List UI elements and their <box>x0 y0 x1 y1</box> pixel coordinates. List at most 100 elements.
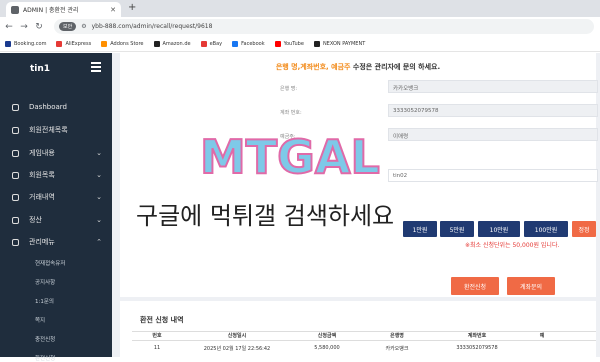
sidebar: tin1 Dashboard 회원전체목록게임내용 ⌄ 회원목록 ⌄ 거래내역 ⌄ 정산 ⌄ 관리… <box>0 53 112 362</box>
bookmark-label: AliExpress <box>65 40 92 47</box>
amount-1man-button[interactable]: 1만원 <box>403 221 437 237</box>
sidebar-subitem[interactable]: 현재접속유저 <box>35 259 65 267</box>
table-cell: 11 <box>153 345 161 351</box>
table-cell: 카카오뱅크 <box>385 346 409 352</box>
account-inquiry-button[interactable]: 계좌문의 <box>507 277 555 295</box>
menu-icon <box>12 193 19 201</box>
table-cell: 3333052079578 <box>456 345 498 351</box>
menu-icon <box>12 238 19 246</box>
tab-bar: ADMIN | 충환전 관리 ✕ + <box>0 0 600 17</box>
history-table-header: 번호 신청일시 신청금액 은행명 계좌번호 예 <box>132 331 596 341</box>
bookmark-favicon-icon <box>5 40 11 47</box>
browser-tab[interactable]: ADMIN | 충환전 관리 ✕ <box>6 2 121 17</box>
sidebar-item-label: Dashboard <box>29 103 67 111</box>
bookmark-item[interactable]: Addons Store <box>101 40 144 47</box>
sidebar-item-label: 게임내용 <box>29 149 55 157</box>
tab-title: ADMIN | 충환전 관리 <box>23 7 79 14</box>
sidebar-item[interactable]: 회원전체목록 <box>0 122 112 138</box>
watermark-text: 구글에 먹튀갤 검색하세요 <box>136 202 395 230</box>
bookmark-item[interactable]: AliExpress <box>56 40 92 47</box>
sidebar-item[interactable]: 게임내용 ⌄ <box>0 145 112 161</box>
amount-input[interactable]: tin02 <box>388 169 598 182</box>
bookmark-favicon-icon <box>274 40 281 47</box>
sidebar-item-label: 거래내역 <box>29 193 55 201</box>
table-header-cell: 번호 <box>152 333 162 339</box>
bookmark-favicon-icon <box>313 40 320 47</box>
sidebar-item-label: 정산 <box>29 216 42 224</box>
chevron-icon: ⌃ <box>96 238 102 246</box>
bookmark-item[interactable]: NEXON PAYMENT <box>313 40 366 47</box>
bookmark-favicon-icon <box>153 40 160 47</box>
sidebar-item[interactable]: 거래내역 ⌄ <box>0 189 112 205</box>
table-cell: 2025년 02월 17일 22:56:42 <box>203 346 271 352</box>
sidebar-item[interactable]: 정산 ⌄ <box>0 212 112 228</box>
history-title: 환전 신청 내역 <box>140 316 184 324</box>
bookmark-label: Facebook <box>241 40 265 47</box>
bookmark-label: NEXON PAYMENT <box>322 40 366 47</box>
form-notice: 은행 명,계좌번호, 예금주 수정은 관리자에 문의 하세요. <box>275 63 441 71</box>
account-field: 3333052079578 <box>388 104 598 117</box>
bookmark-label: Booking.com <box>14 40 47 47</box>
sidebar-subitem[interactable]: 쪽지 <box>35 316 45 324</box>
menu-icon <box>12 149 19 157</box>
sidebar-item[interactable]: Dashboard <box>0 99 112 115</box>
bookmark-item[interactable]: Booking.com <box>5 40 47 47</box>
forward-icon[interactable]: → <box>20 22 28 32</box>
tab-favicon-icon <box>11 5 19 14</box>
table-row[interactable]: 11 2025년 02월 17일 22:56:42 5,580,000 카카오뱅크 33… <box>132 345 596 355</box>
bookmark-label: Addons Store <box>110 40 144 47</box>
page-info-icon[interactable]: ⚙ <box>81 23 86 30</box>
sidebar-subitem[interactable]: 충전신청 <box>35 335 55 343</box>
menu-icon <box>12 171 19 179</box>
bookmark-favicon-icon <box>200 40 207 47</box>
bookmark-favicon-icon <box>56 40 63 47</box>
menu-toggle-icon[interactable] <box>91 62 101 74</box>
chevron-icon: ⌄ <box>96 193 102 201</box>
bookmark-item[interactable]: Facebook <box>232 40 265 47</box>
bookmark-favicon-icon <box>101 40 108 47</box>
holder-field: 이애령 <box>388 128 598 141</box>
reload-icon[interactable]: ↻ <box>35 22 43 32</box>
omnibox[interactable]: 보안 ⚙ ybb-888.com/admin/recall/request/96… <box>54 19 594 34</box>
sidebar-item[interactable]: 회원목록 ⌄ <box>0 167 112 183</box>
chevron-icon: ⌄ <box>96 171 102 179</box>
amount-10man-button[interactable]: 10만원 <box>478 221 520 237</box>
table-header-cell: 신청금액 <box>317 333 337 339</box>
bookmark-label: eBay <box>209 40 223 47</box>
menu-icon <box>12 103 19 111</box>
sidebar-subitem[interactable]: 공지사항 <box>35 278 55 286</box>
back-icon[interactable]: ← <box>5 22 13 32</box>
bookmark-item[interactable]: eBay <box>200 40 223 47</box>
chevron-icon: ⌄ <box>96 216 102 224</box>
url-text[interactable]: ybb-888.com/admin/recall/request/9618 <box>92 23 213 30</box>
table-cell <box>522 345 562 355</box>
table-header-cell: 계좌번호 <box>467 333 487 339</box>
table-cell: 5,580,000 <box>314 345 340 351</box>
bookmark-label: YouTube <box>283 40 304 47</box>
address-bar-row: ← → ↻ 보안 ⚙ ybb-888.com/admin/recall/requ… <box>0 17 600 36</box>
security-badge[interactable]: 보안 <box>59 22 77 31</box>
sidebar-item[interactable]: 관리메뉴 ⌃ <box>0 234 112 250</box>
bookmark-label: Amazon.de <box>162 40 191 47</box>
min-amount-notice: ※최소 신청단위는 50,000원 입니다. <box>465 242 560 249</box>
amount-5man-button[interactable]: 5만원 <box>440 221 474 237</box>
table-header-cell: 신청일시 <box>227 333 247 339</box>
bookmark-favicon-icon <box>232 40 239 47</box>
submit-withdraw-button[interactable]: 환전신청 <box>451 277 499 295</box>
tab-close-icon[interactable]: ✕ <box>110 6 116 14</box>
sidebar-item-label: 회원목록 <box>29 171 55 179</box>
bookmarks-bar: Booking.com AliExpress Addons Store Amazon.… <box>0 36 600 52</box>
menu-icon <box>12 216 19 224</box>
logo-text: MTGAL <box>200 130 380 184</box>
sidebar-subitem[interactable]: 환전신청 <box>35 354 55 362</box>
brand-name: tin1 <box>30 64 51 74</box>
watermark-logo: MTGAL <box>200 129 381 185</box>
bookmark-item[interactable]: YouTube <box>274 40 304 47</box>
chevron-icon: ⌄ <box>96 149 102 157</box>
bank-field: 카카오뱅크 <box>388 80 598 93</box>
sidebar-subitem[interactable]: 1:1문의 <box>35 297 54 305</box>
amount-100man-button[interactable]: 100만원 <box>524 221 568 237</box>
reset-button[interactable]: 정정 <box>572 221 596 237</box>
bookmark-item[interactable]: Amazon.de <box>153 40 191 47</box>
new-tab-icon[interactable]: + <box>128 2 136 13</box>
